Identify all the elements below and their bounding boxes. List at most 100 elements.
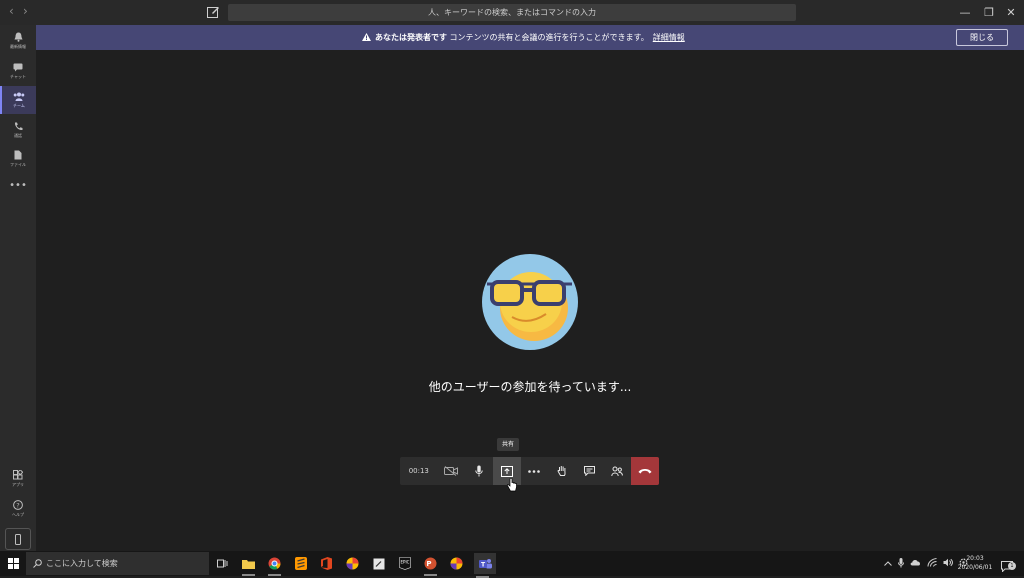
title-bar: ‹ › 人、キーワードの検索、またはコマンドの入力 — ❐ ✕ [0, 0, 1024, 25]
search-input[interactable]: 人、キーワードの検索、またはコマンドの入力 [228, 4, 796, 21]
raise-hand-icon [557, 466, 566, 476]
rail-item-teams[interactable]: チーム [0, 86, 36, 114]
bell-icon [14, 32, 22, 42]
back-button[interactable]: ‹ [9, 4, 14, 18]
sublime-text-icon [294, 557, 307, 570]
svg-text:EPIC: EPIC [400, 560, 409, 565]
taskbar-app-notes[interactable] [370, 555, 387, 572]
taskbar-app-colorful[interactable] [344, 555, 361, 572]
task-view-icon [217, 559, 228, 568]
taskbar-app-epic[interactable]: EPIC [396, 555, 413, 572]
taskbar-search-input[interactable]: ここに入力して検索 [26, 552, 209, 575]
more-options-icon [528, 469, 541, 473]
rail-label-teams: チーム [13, 102, 25, 108]
taskbar-app-colorful-2[interactable] [448, 555, 465, 572]
hang-up-icon [638, 469, 652, 474]
banner-message: あなたは発表者です コンテンツの共有と会議の進行を行うことができます。 詳細情報 [362, 25, 685, 50]
rail-label-calls: 通話 [14, 132, 22, 138]
taskbar-app-office[interactable] [318, 555, 335, 572]
raise-hand-button[interactable] [548, 457, 576, 485]
app-circle-icon [346, 557, 359, 570]
phone-icon [14, 122, 22, 130]
notification-count-badge: 1 [1008, 562, 1016, 570]
teams-app-icon: T [478, 558, 492, 568]
svg-text:P: P [426, 560, 431, 568]
close-icon: ✕ [1006, 6, 1016, 19]
help-icon: ? [13, 500, 23, 510]
mic-toggle-button[interactable] [465, 457, 493, 485]
taskbar-clock[interactable]: 20:03 2020/06/01 [956, 554, 994, 572]
mobile-device-icon [15, 533, 21, 545]
clock-date: 2020/06/01 [957, 564, 993, 571]
compose-icon[interactable] [206, 5, 220, 19]
tray-expand-icon[interactable] [884, 559, 892, 568]
conversation-icon [584, 466, 596, 476]
file-icon [14, 150, 22, 160]
taskbar-app-explorer[interactable] [240, 555, 257, 576]
banner-close-button[interactable]: 閉じる [956, 29, 1008, 46]
banner-details-link[interactable]: 詳細情報 [653, 33, 685, 42]
rail-label-apps: アプリ [12, 482, 24, 487]
presenter-banner: あなたは発表者です コンテンツの共有と会議の進行を行うことができます。 詳細情報 … [36, 25, 1024, 50]
waiting-message: 他のユーザーの参加を待っています... [428, 380, 632, 394]
tray-volume-icon[interactable] [943, 558, 953, 569]
rail-item-files[interactable]: ファイル [0, 145, 36, 173]
notification-center-button[interactable]: 1 [1001, 557, 1016, 573]
microphone-icon [475, 465, 483, 477]
restore-icon: ❐ [984, 6, 994, 19]
warning-icon [362, 33, 371, 41]
svg-text:?: ? [16, 501, 19, 509]
teams-icon [13, 92, 25, 101]
tray-network-icon[interactable] [927, 558, 937, 569]
rail-label-activity: 最新情報 [10, 44, 26, 49]
chat-icon [13, 63, 23, 71]
rail-item-chat[interactable]: チャット [0, 57, 36, 85]
notes-app-icon [373, 558, 384, 569]
taskbar-app-teams[interactable]: T [474, 553, 496, 578]
taskbar-app-chrome[interactable] [266, 555, 283, 576]
windows-start-icon[interactable] [8, 558, 19, 569]
show-participants-button[interactable] [604, 457, 632, 485]
camera-toggle-button[interactable] [438, 457, 466, 485]
epic-games-icon: EPIC [398, 557, 411, 570]
app-rail: 最新情報 チャット チーム 通話 ファイル ••• アプリ ? ヘルプ [0, 25, 36, 551]
minimize-icon: — [959, 6, 971, 19]
task-view-button[interactable] [214, 555, 231, 572]
office-icon [321, 557, 332, 570]
meeting-stage: 他のユーザーの参加を待っています... 共有 00:13 [36, 50, 1024, 551]
forward-button[interactable]: › [23, 4, 28, 18]
rail-item-help[interactable]: ? ヘルプ [0, 495, 36, 523]
app-circle-2-icon [450, 557, 463, 570]
waiting-avatar-illustration [482, 254, 578, 350]
close-window-button[interactable]: ✕ [996, 0, 1024, 25]
tray-cloud-icon[interactable] [910, 559, 921, 568]
share-tooltip: 共有 [497, 438, 519, 451]
more-actions-button[interactable] [521, 457, 549, 485]
more-apps-icon[interactable]: ••• [0, 180, 36, 191]
powerpoint-icon: P [424, 557, 437, 570]
share-screen-icon [500, 465, 513, 477]
rail-label-help: ヘルプ [12, 512, 24, 517]
rail-label-chat: チャット [10, 73, 26, 79]
rail-label-files: ファイル [10, 162, 26, 167]
participants-icon [611, 466, 624, 476]
rail-item-activity[interactable]: 最新情報 [0, 27, 36, 55]
clock-time: 20:03 [966, 555, 984, 562]
hang-up-button[interactable] [631, 457, 659, 485]
taskbar-search-placeholder: ここに入力して検索 [46, 559, 118, 568]
apps-icon [13, 470, 23, 480]
windows-taskbar: ここに入力して検索 EPIC P T 20:03 2020/06/01 1 [0, 551, 1024, 578]
device-button[interactable] [5, 528, 31, 550]
taskbar-app-powerpoint[interactable]: P [422, 555, 439, 576]
rail-item-apps[interactable]: アプリ [0, 465, 36, 493]
taskbar-app-sublime[interactable] [292, 555, 309, 572]
banner-bold-text: あなたは発表者です [375, 33, 447, 42]
show-chat-button[interactable] [576, 457, 604, 485]
hand-cursor-icon [507, 478, 517, 492]
rail-item-calls[interactable]: 通話 [0, 116, 36, 144]
chrome-icon [268, 557, 281, 570]
search-icon [33, 559, 42, 568]
banner-text: コンテンツの共有と会議の進行を行うことができます。 [449, 33, 649, 42]
call-timer: 00:13 [408, 467, 429, 475]
tray-microphone-icon[interactable] [898, 557, 904, 570]
